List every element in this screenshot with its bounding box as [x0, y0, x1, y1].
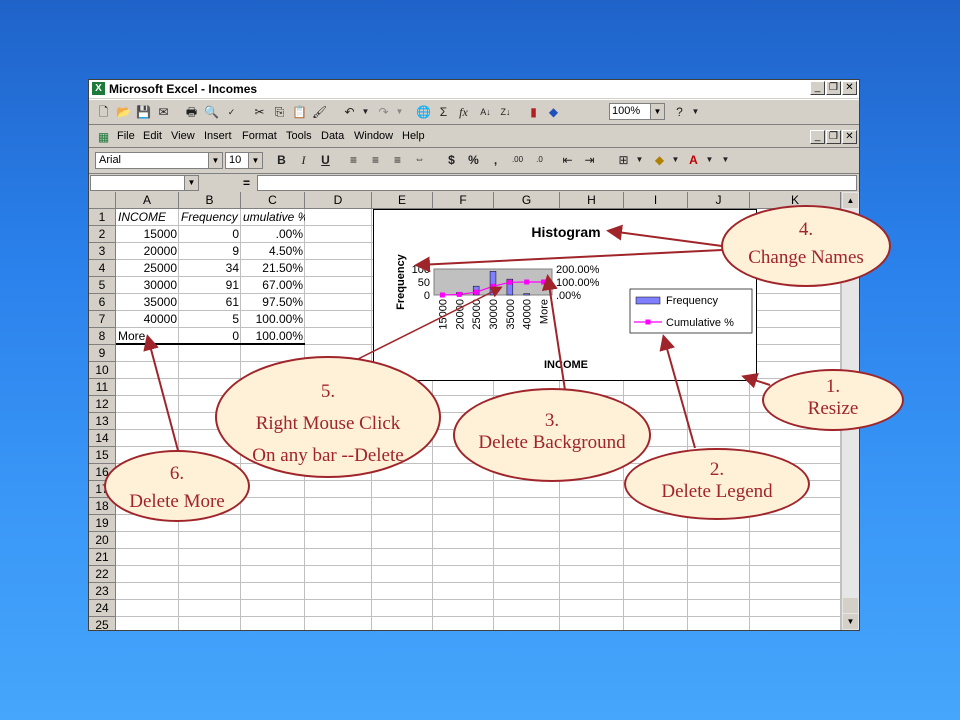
callout-delete-legend: 2. Delete Legend [624, 448, 810, 520]
arrow-change-title [606, 224, 723, 247]
arrow-change-axis-name [414, 249, 723, 273]
arrow-delete-legend [659, 334, 696, 449]
callout-change-names: 4. Change Names [721, 205, 891, 287]
callout-delete-background: 3. Delete Background [453, 388, 651, 482]
arrow-delete-more [143, 334, 181, 459]
callout-right-click: 5. Right Mouse Click On any bar --Delete [215, 356, 441, 478]
arrow-delete-background [541, 274, 566, 391]
arrow-right-click-bar [349, 286, 503, 364]
annotation-arrows [143, 224, 771, 459]
callout-resize: 1. Resize [762, 369, 904, 431]
callout-delete-more: 6. Delete More [104, 450, 250, 522]
